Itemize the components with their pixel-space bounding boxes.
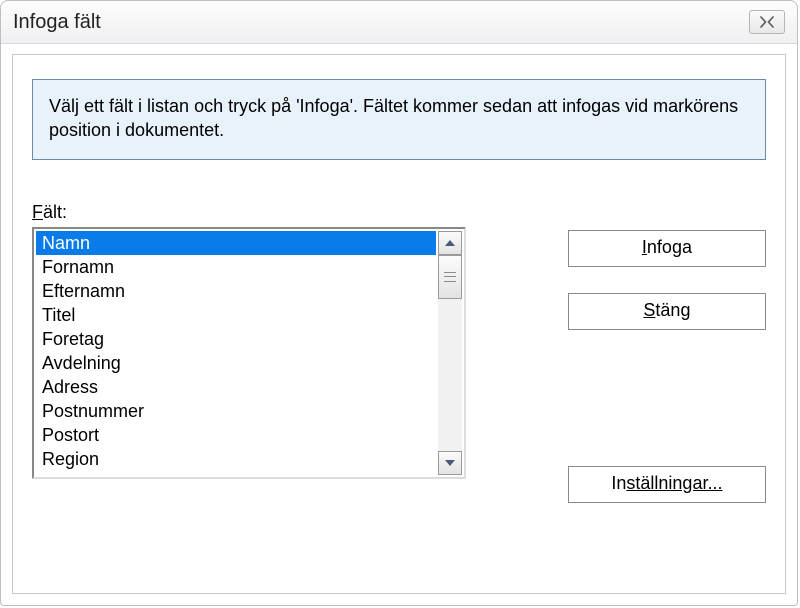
list-item[interactable]: Postnummer <box>36 399 436 423</box>
titlebar: Infoga fält <box>1 1 797 44</box>
list-item[interactable]: Avdelning <box>36 351 436 375</box>
settings-button[interactable]: Inställningar... <box>568 466 766 503</box>
field-column: Fält: NamnFornamnEfternamnTitelForetagAv… <box>32 202 468 503</box>
list-item[interactable]: Adress <box>36 375 436 399</box>
chevron-up-icon <box>445 240 455 246</box>
scroll-up-button[interactable] <box>438 231 462 255</box>
form-area: Fält: NamnFornamnEfternamnTitelForetagAv… <box>32 202 766 503</box>
chevron-down-icon <box>445 460 455 466</box>
client-area: Välj ett fält i listan och tryck på 'Inf… <box>12 54 786 594</box>
list-item[interactable]: Efternamn <box>36 279 436 303</box>
button-column: Infoga Stäng Inställningar... <box>568 202 766 503</box>
field-label: Fält: <box>32 202 468 223</box>
close-button[interactable]: Stäng <box>568 293 766 330</box>
info-box: Välj ett fält i listan och tryck på 'Inf… <box>32 79 766 160</box>
list-item[interactable]: Titel <box>36 303 436 327</box>
scroll-grip-icon <box>444 272 456 282</box>
dialog-window: Infoga fält Välj ett fält i listan och t… <box>0 0 798 606</box>
scrollbar[interactable] <box>438 231 462 475</box>
scroll-track[interactable] <box>438 255 462 451</box>
scroll-down-button[interactable] <box>438 451 462 475</box>
list-item[interactable]: Fornamn <box>36 255 436 279</box>
window-close-button[interactable] <box>749 10 785 34</box>
list-item[interactable]: Namn <box>36 231 436 255</box>
list-item[interactable]: Region <box>36 447 436 471</box>
insert-button[interactable]: Infoga <box>568 230 766 267</box>
close-icon <box>759 16 775 28</box>
scroll-thumb[interactable] <box>438 255 462 299</box>
list-item[interactable]: Foretag <box>36 327 436 351</box>
info-text: Välj ett fält i listan och tryck på 'Inf… <box>49 96 738 140</box>
list-item[interactable]: Postort <box>36 423 436 447</box>
listbox-viewport: NamnFornamnEfternamnTitelForetagAvdelnin… <box>36 231 436 475</box>
field-listbox[interactable]: NamnFornamnEfternamnTitelForetagAvdelnin… <box>32 227 466 479</box>
window-title: Infoga fält <box>13 11 749 34</box>
